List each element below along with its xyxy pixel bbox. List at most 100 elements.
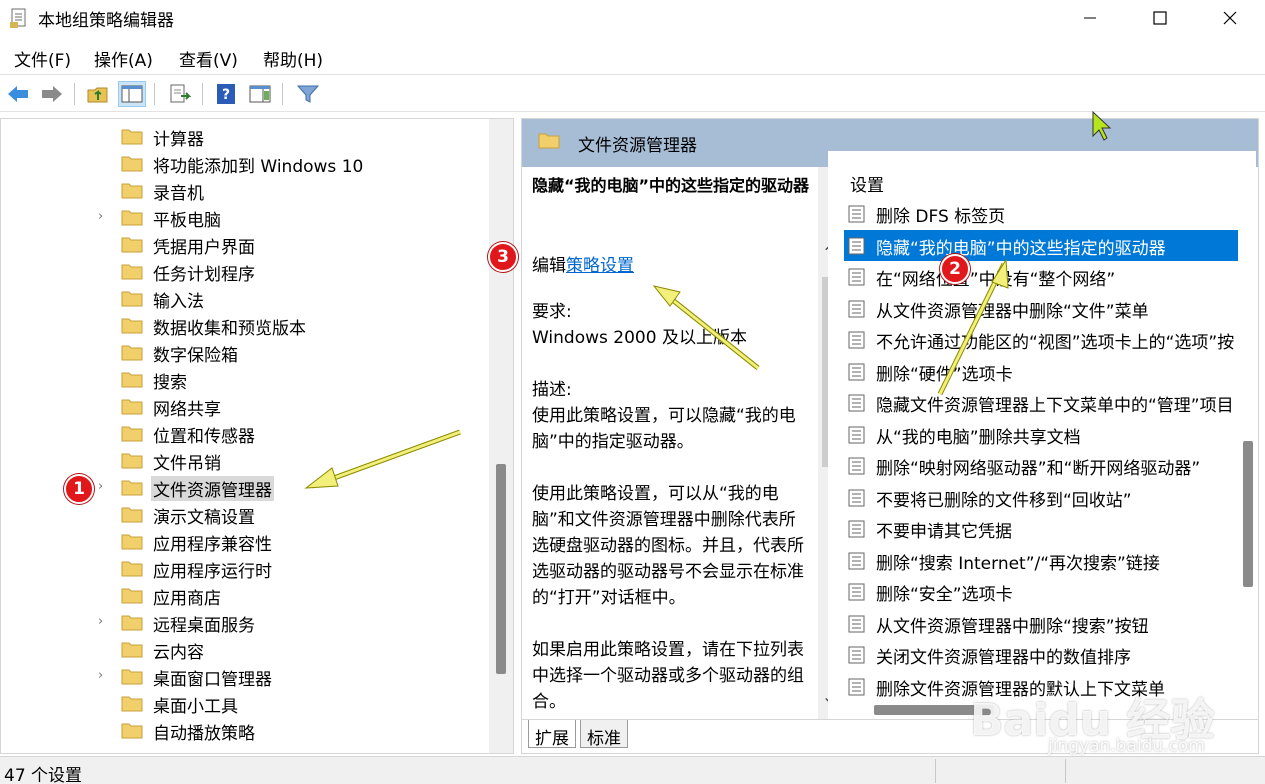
tree-item[interactable]: 云内容 xyxy=(1,636,481,663)
folder-icon xyxy=(121,210,143,226)
tree-item[interactable]: › 平板电脑 xyxy=(1,204,481,231)
close-button[interactable] xyxy=(1195,0,1265,36)
tab-standard[interactable]: 标准 xyxy=(580,720,628,749)
tree-item[interactable]: 数据收集和预览版本 xyxy=(1,312,481,339)
setting-label: 删除“硬件”选项卡 xyxy=(876,364,1013,385)
console-tree[interactable]: 计算器 将功能添加到 Windows 10 录音机 › 平板电脑 凭据用户界面 任务计划程序… xyxy=(0,118,514,754)
settings-scroll-thumb[interactable] xyxy=(1243,441,1253,587)
tree-item-label: 文件吊销 xyxy=(153,454,221,474)
policy-setting-icon xyxy=(848,646,865,664)
tree-item[interactable]: 输入法 xyxy=(1,285,481,312)
chevron-right-icon[interactable]: › xyxy=(98,479,103,494)
tree-item[interactable]: 搜索 xyxy=(1,366,481,393)
tree-item[interactable]: 录音机 xyxy=(1,177,481,204)
setting-row[interactable]: 不要将已删除的文件移到“回收站” xyxy=(844,482,1238,513)
tree-item[interactable]: 网络共享 xyxy=(1,393,481,420)
setting-row[interactable]: 删除文件资源管理器的默认上下文菜单 xyxy=(844,671,1238,702)
tree-scroll-thumb[interactable] xyxy=(496,464,506,674)
settings-horizontal-scrollbar[interactable] xyxy=(844,699,1238,719)
setting-label: 从文件资源管理器中删除“文件”菜单 xyxy=(876,301,1149,322)
setting-row[interactable]: 在“网络位置”中没有“整个网络” xyxy=(844,261,1238,292)
tree-item[interactable]: 计算器 xyxy=(1,123,481,150)
description-label: 描述: xyxy=(532,380,572,400)
export-list-button[interactable] xyxy=(166,81,194,107)
tree-item[interactable]: 数字保险箱 xyxy=(1,339,481,366)
toolbar-separator xyxy=(282,83,283,105)
tab-extended[interactable]: 扩展 xyxy=(528,720,576,749)
setting-row[interactable]: 删除“安全”选项卡 xyxy=(844,576,1238,607)
menu-action[interactable]: 操作(A) xyxy=(94,46,153,71)
tree-item[interactable]: › 桌面窗口管理器 xyxy=(1,663,481,690)
tree-item-label: 桌面窗口管理器 xyxy=(153,670,272,690)
filter-button[interactable] xyxy=(294,81,322,107)
maximize-button[interactable] xyxy=(1125,0,1195,36)
folder-icon xyxy=(121,264,143,280)
forward-arrow-icon xyxy=(42,86,62,102)
menu-help[interactable]: 帮助(H) xyxy=(263,46,323,71)
up-one-level-button[interactable] xyxy=(84,81,112,107)
setting-row[interactable]: 隐藏文件资源管理器上下文菜单中的“管理”项目 xyxy=(844,387,1238,418)
annotation-badge-2: 2 xyxy=(940,254,970,284)
tree-item[interactable]: 应用商店 xyxy=(1,582,481,609)
policy-setting-icon xyxy=(848,426,865,443)
toolbar-separator xyxy=(74,83,75,105)
policy-setting-icon xyxy=(848,615,865,632)
setting-row[interactable]: 删除“硬件”选项卡 xyxy=(844,356,1238,387)
tree-item[interactable]: 应用程序运行时 xyxy=(1,555,481,582)
setting-label: 不要将已删除的文件移到“回收站” xyxy=(876,490,1132,511)
setting-row[interactable]: 删除“搜索 Internet”/“再次搜索”链接 xyxy=(844,545,1238,576)
edit-policy-settings-link[interactable]: 策略设置 xyxy=(566,256,634,276)
folder-icon xyxy=(121,507,143,523)
tree-item[interactable]: 桌面小工具 xyxy=(1,690,481,717)
setting-row[interactable]: 删除“映射网络驱动器”和“断开网络驱动器” xyxy=(844,450,1238,481)
details-pane: 文件资源管理器 隐藏“我的电脑”中的这些指定的驱动器 编辑策略设置 要求: Wi… xyxy=(521,118,1259,754)
setting-label: 在“网络位置”中没有“整个网络” xyxy=(876,270,1116,290)
menu-file[interactable]: 文件(F) xyxy=(14,46,71,71)
forward-button[interactable] xyxy=(38,81,66,107)
tree-item-label: 文件资源管理器 xyxy=(151,476,274,501)
tree-item-label: 计算器 xyxy=(153,130,204,150)
tree-item[interactable]: 演示文稿设置 xyxy=(1,501,481,528)
back-button[interactable] xyxy=(4,81,32,107)
properties-view-button[interactable] xyxy=(246,81,274,107)
setting-row[interactable]: 不要申请其它凭据 xyxy=(844,513,1238,544)
extended-description-panel: 隐藏“我的电脑”中的这些指定的驱动器 编辑策略设置 要求: Windows 20… xyxy=(522,167,818,719)
minimize-button[interactable] xyxy=(1055,0,1125,36)
tree-item-label: 应用程序运行时 xyxy=(153,562,272,582)
chevron-right-icon[interactable]: › xyxy=(98,614,103,629)
tree-vertical-scrollbar[interactable] xyxy=(489,119,513,753)
folder-icon xyxy=(121,480,143,496)
menu-view[interactable]: 查看(V) xyxy=(179,46,238,71)
help-button[interactable]: ? xyxy=(212,81,240,107)
setting-row[interactable]: 从文件资源管理器中删除“搜索”按钮 xyxy=(844,608,1238,639)
requirements-value: Windows 2000 及以上版本 xyxy=(532,328,747,348)
policy-setting-icon xyxy=(848,268,865,286)
policy-setting-icon xyxy=(848,394,865,412)
folder-icon xyxy=(121,183,143,199)
settings-hscroll-thumb[interactable] xyxy=(874,705,994,715)
settings-column-header[interactable]: 设置 xyxy=(850,171,884,196)
tree-item[interactable]: › 远程桌面服务 xyxy=(1,609,481,636)
setting-row[interactable]: 从“我的电脑”删除共享文档 xyxy=(844,419,1238,450)
settings-vertical-scrollbar[interactable] xyxy=(1238,211,1256,719)
tree-item-label: 远程桌面服务 xyxy=(153,616,255,636)
toolbar-separator xyxy=(154,83,155,105)
annotation-badge-3: 3 xyxy=(488,242,518,272)
setting-row[interactable]: 删除 DFS 标签页 xyxy=(844,198,1238,229)
close-icon xyxy=(1223,11,1237,25)
setting-row[interactable]: 隐藏“我的电脑”中的这些指定的驱动器 xyxy=(844,229,1238,261)
tree-item[interactable]: 自动播放策略 xyxy=(1,717,481,744)
tree-item[interactable]: 将功能添加到 Windows 10 xyxy=(1,150,481,177)
setting-row[interactable]: 从文件资源管理器中删除“文件”菜单 xyxy=(844,293,1238,324)
tree-item[interactable]: 应用程序兼容性 xyxy=(1,528,481,555)
setting-row[interactable]: 关闭文件资源管理器中的数值排序 xyxy=(844,639,1238,670)
tree-item[interactable]: 位置和传感器 xyxy=(1,420,481,447)
tree-item[interactable]: 文件吊销 xyxy=(1,447,481,474)
show-hide-console-tree-button[interactable] xyxy=(118,81,146,107)
setting-row[interactable]: 不允许通过功能区的“视图”选项卡上的“选项”按 xyxy=(844,324,1238,355)
tree-item[interactable]: 凭据用户界面 xyxy=(1,231,481,258)
chevron-right-icon[interactable]: › xyxy=(98,668,103,683)
chevron-right-icon[interactable]: › xyxy=(98,209,103,224)
tree-item[interactable]: 任务计划程序 xyxy=(1,258,481,285)
status-separator xyxy=(1065,759,1066,783)
